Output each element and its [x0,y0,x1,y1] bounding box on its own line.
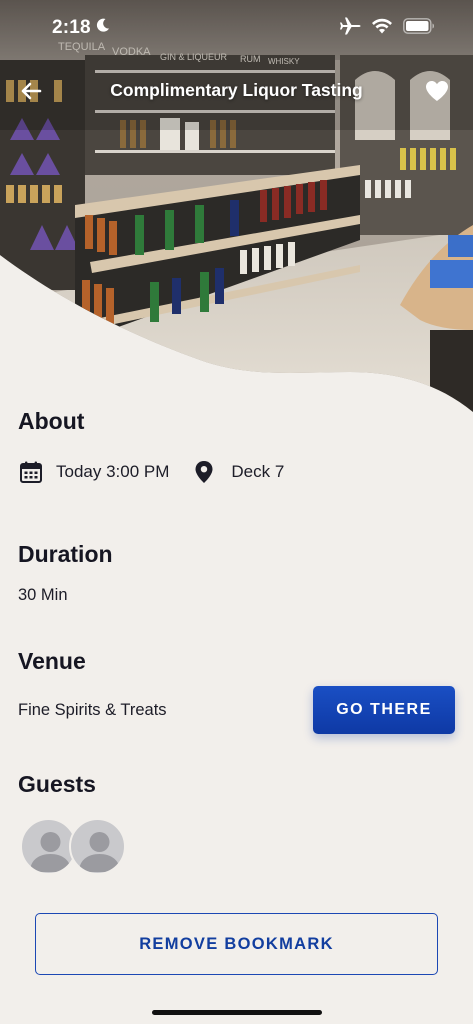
status-icons [339,16,435,41]
location-pin-icon [191,459,217,485]
page-title: Complimentary Liquor Tasting [110,80,363,100]
about-heading: About [18,408,85,434]
venue-name: Fine Spirits & Treats [18,701,167,719]
guests-heading: Guests [18,771,96,797]
top-bar: Complimentary Liquor Tasting [0,68,473,112]
duration-heading: Duration [18,541,113,567]
wifi-icon [371,17,393,40]
airplane-icon [339,16,361,41]
event-location: Deck 7 [231,462,285,481]
home-indicator[interactable] [152,1010,322,1015]
liquor-store-photo: TEQUILA VODKA GIN & LIQUEUR RUM WHISKY [0,0,473,412]
status-bar: 2:18 [0,0,473,56]
guest-avatars [20,818,140,876]
go-there-button[interactable]: GO THERE [313,686,455,734]
heart-icon [426,81,448,101]
status-time-text: 2:18 [52,17,91,38]
event-date-time: Today 3:00 PM [56,462,170,481]
hero-image: TEQUILA VODKA GIN & LIQUEUR RUM WHISKY [0,0,473,420]
moon-icon [95,17,111,39]
avatar[interactable] [69,818,126,875]
venue-heading: Venue [18,648,86,674]
favorite-button[interactable] [423,77,451,105]
duration-value: 30 Min [18,586,68,604]
remove-bookmark-button[interactable]: REMOVE BOOKMARK [35,913,438,975]
battery-icon [403,17,435,39]
about-meta-row: Today 3:00 PM Deck 7 [18,458,284,486]
person-icon [79,832,120,872]
status-time: 2:18 [52,17,111,39]
calendar-icon [18,459,44,485]
